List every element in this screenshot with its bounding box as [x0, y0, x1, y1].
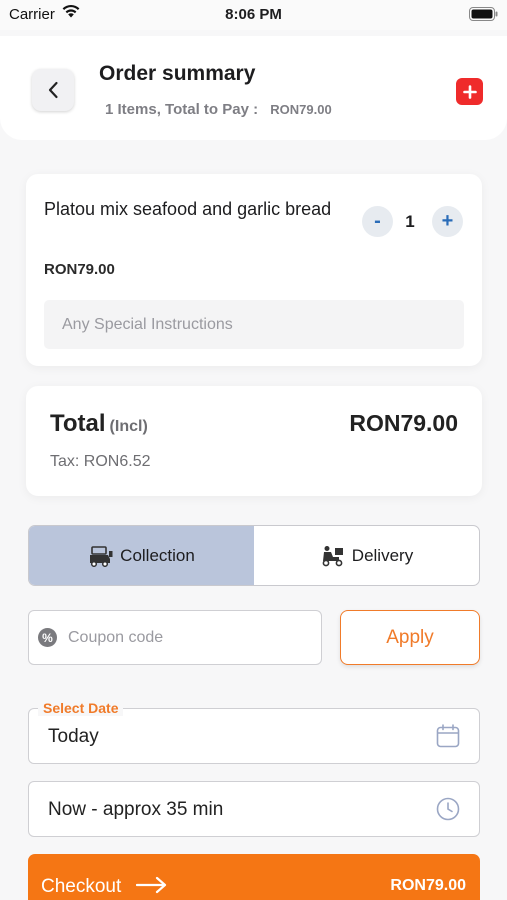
quantity-value: 1 — [405, 212, 415, 231]
collection-label: Collection — [120, 545, 195, 565]
delivery-option[interactable]: Delivery — [254, 526, 479, 585]
percent-badge-icon: % — [38, 628, 57, 647]
select-date-value: Today — [48, 726, 99, 747]
tax-amount: Tax: RON6.52 — [50, 453, 151, 470]
item-name: Platou mix seafood and garlic bread — [44, 199, 332, 219]
header: Order summary 1 Items, Total to Pay : RO… — [0, 36, 507, 140]
increase-quantity-button[interactable]: + — [432, 206, 463, 237]
total-card: Total (Incl) RON79.00 Tax: RON6.52 — [26, 386, 482, 496]
order-subtitle: 1 Items, Total to Pay : RON79.00 — [105, 101, 332, 118]
apply-coupon-button[interactable]: Apply — [340, 610, 480, 665]
select-time-value: Now - approx 35 min — [48, 799, 224, 820]
add-item-button[interactable] — [456, 78, 483, 105]
coupon-placeholder: Coupon code — [68, 628, 164, 646]
special-instructions-input[interactable]: Any Special Instructions — [44, 300, 464, 349]
checkout-label: Checkout — [41, 876, 122, 897]
page-title: Order summary — [99, 62, 256, 85]
status-bar: Carrier 8:06 PM — [0, 0, 507, 30]
chevron-left-icon — [48, 81, 58, 99]
items-count: 1 — [105, 101, 114, 118]
items-text: Items, Total to Pay : — [117, 101, 259, 118]
coupon-input[interactable]: % Coupon code — [28, 610, 322, 665]
select-date-label: Select Date — [38, 700, 124, 716]
checkout-amount: RON79.00 — [390, 877, 466, 894]
select-time-field[interactable]: Now - approx 35 min — [28, 781, 480, 837]
delivery-label: Delivery — [351, 545, 414, 565]
clock-time: 8:06 PM — [225, 6, 282, 23]
collection-option[interactable]: Collection — [29, 526, 254, 585]
decrease-quantity-button[interactable]: - — [362, 206, 393, 237]
header-total: RON79.00 — [270, 102, 332, 117]
plus-icon — [462, 84, 477, 99]
cart-item-card: Platou mix seafood and garlic bread RON7… — [26, 174, 482, 366]
order-type-toggle: Collection Delivery — [28, 525, 480, 586]
battery-icon — [469, 7, 498, 21]
clock-icon — [436, 797, 460, 821]
item-price: RON79.00 — [44, 261, 115, 278]
total-text: Total — [50, 410, 106, 437]
delivery-icon — [322, 545, 343, 566]
select-date-field[interactable]: Select Date Today — [28, 700, 480, 764]
back-button[interactable] — [32, 69, 74, 111]
total-amount: RON79.00 — [349, 410, 458, 436]
checkout-button[interactable]: Checkout RON79.00 — [28, 854, 480, 900]
calendar-icon — [436, 724, 460, 748]
total-label: Total (Incl) — [50, 410, 148, 438]
collection-icon — [90, 545, 113, 567]
arrow-right-icon — [136, 876, 167, 894]
total-incl: (Incl) — [109, 418, 148, 435]
